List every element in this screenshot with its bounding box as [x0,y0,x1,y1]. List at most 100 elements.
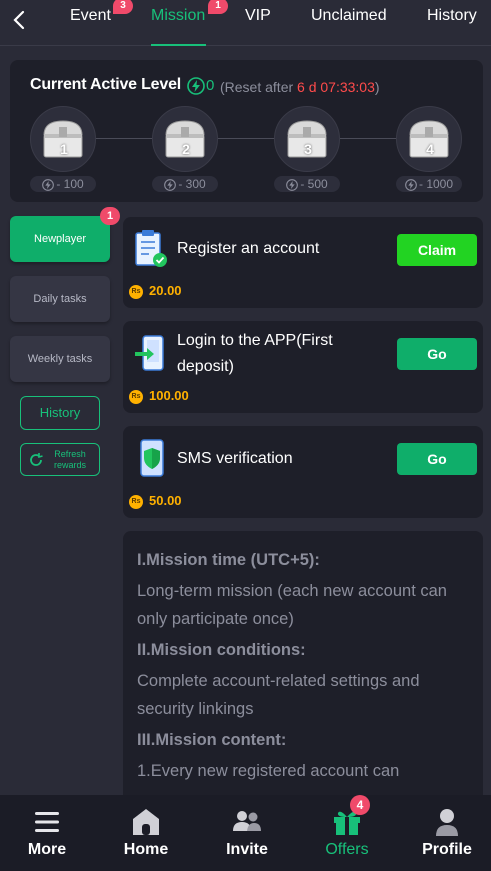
nav-invite[interactable]: Invite [198,795,296,871]
refresh-label: Refresh [54,449,86,459]
chest-cost-value: - 300 [178,177,206,191]
person-icon [436,809,458,836]
reset-time: 6 d 07:33:03 [297,79,375,95]
chest-cost: - 100 [30,176,96,192]
chest-number: 1 [60,141,68,157]
sidebar-item-newplayer[interactable]: Newplayer [10,216,110,262]
tab-vip-label: VIP [245,7,271,24]
tab-event[interactable]: Event [70,7,111,25]
reset-countdown: (Reset after 6 d 07:33:03) [220,79,380,95]
claim-button[interactable]: Claim [397,234,477,266]
tab-mission[interactable]: Mission [151,7,205,25]
chest-cost-value: - 1000 [418,177,454,191]
rupee-coin-icon: Rs [129,494,143,509]
rules-text: 1.Every new registered account can [137,762,400,780]
reset-prefix: (Reset after [220,79,298,95]
task-name-line: deposit) [177,358,234,375]
nav-profile[interactable]: Profile [398,795,491,871]
phone-login-icon [135,335,164,371]
task-name: Login to the APP(First deposit) [177,328,333,380]
task-reward: Rs 50.00 [129,493,182,509]
phone-shield-icon [140,439,164,477]
task-name-line: Login to the APP(First [177,332,333,349]
sidebar-item-label: Newplayer [34,233,86,245]
chest-cost-value: - 100 [56,177,84,191]
active-level-title: Current Active Level [30,76,182,93]
nav-more[interactable]: More [0,795,96,871]
sidebar-item-weekly-tasks[interactable]: Weekly tasks [10,336,110,382]
rupee-coin-icon: Rs [129,389,143,404]
sidebar-item-label: Weekly tasks [27,353,93,365]
nav-label: Profile [422,841,472,858]
chest-number: 2 [182,141,190,157]
nav-offers-badge: 4 [350,795,370,815]
reset-suffix: ) [374,79,380,95]
back-arrow-icon[interactable] [10,8,30,32]
menu-icon [35,812,59,832]
nav-label: Home [123,841,169,858]
chest-cost: - 1000 [396,176,462,192]
tab-unclaimed[interactable]: Unclaimed [311,7,387,25]
bottom-navigation: More Home Invite 4 Offers Profile [0,795,491,871]
tab-mission-label: Mission [151,7,206,24]
sidebar-badge: 1 [100,207,120,225]
chest-cost: - 300 [152,176,218,192]
active-level-card: Current Active Level 0 (Reset after 6 d … [10,60,483,202]
task-reward-value: 20.00 [149,283,182,298]
task-name: SMS verification [177,450,293,467]
task-reward-value: 100.00 [149,388,189,403]
chest-track: 1 - 100 2 - 300 3 - 500 4 - 1000 [10,106,483,196]
chest-connector [218,138,274,139]
task-reward: Rs 100.00 [129,388,189,404]
lightning-icon [286,178,299,191]
nav-label: Offers [325,841,369,858]
lightning-icon [42,178,55,191]
rules-heading: II.Mission conditions: [137,641,306,659]
rules-heading: III.Mission content: [137,731,287,749]
lightning-icon [164,178,177,191]
nav-home[interactable]: Home [97,795,195,871]
refresh-icon [30,453,43,466]
tab-mission-badge: 1 [208,0,228,14]
tab-unclaimed-label: Unclaimed [311,7,387,24]
nav-label: Invite [226,841,268,858]
rules-text: Complete account-related settings and se… [137,672,420,718]
history-button[interactable]: History [20,396,100,430]
task-card-login: Login to the APP(First deposit) Go Rs 100.… [123,321,483,413]
chest-level-1[interactable]: 1 [30,106,96,172]
history-button-label: History [39,405,81,420]
rules-heading: I.Mission time (UTC+5): [137,551,320,569]
nav-label: More [27,841,67,858]
tab-history-label: History [427,7,477,24]
chest-connector [96,138,152,139]
clipboard-icon [135,230,167,267]
rules-text: Long-term mission (each new account can … [137,582,447,628]
lightning-icon [187,77,205,95]
users-icon [233,811,261,831]
refresh-label: rewards [53,460,86,470]
active-tab-indicator [151,44,206,46]
chest-level-2[interactable]: 2 [152,106,218,172]
chest-cost: - 500 [274,176,340,192]
task-card-sms: SMS verification Go Rs 50.00 [123,426,483,518]
sidebar-item-label: Daily tasks [33,293,87,305]
active-level-value: 0 [206,77,215,94]
go-button[interactable]: Go [397,338,477,370]
sidebar-item-daily-tasks[interactable]: Daily tasks [10,276,110,322]
mission-rules-panel: I.Mission time (UTC+5): Long-term missio… [123,531,483,831]
home-icon [133,809,159,835]
refresh-rewards-button[interactable]: Refresh rewards [20,443,100,476]
task-reward: Rs 20.00 [129,283,182,299]
lightning-icon [405,178,417,191]
tab-history[interactable]: History [427,7,477,25]
rupee-coin-icon: Rs [129,284,143,299]
tab-event-label: Event [70,7,111,24]
chest-cost-value: - 500 [300,177,328,191]
chest-number: 4 [426,141,434,157]
chest-level-4[interactable]: 4 [396,106,462,172]
tab-vip[interactable]: VIP [245,7,271,25]
chest-level-3[interactable]: 3 [274,106,340,172]
go-button[interactable]: Go [397,443,477,475]
nav-offers[interactable]: 4 Offers [298,795,396,871]
top-tab-bar: Event 3 Mission 1 VIP Unclaimed History [0,0,491,46]
